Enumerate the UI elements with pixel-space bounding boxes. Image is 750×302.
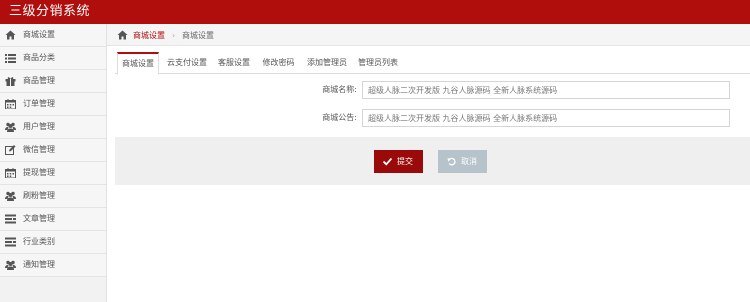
- edit-icon: [5, 145, 16, 155]
- sidebar-item-label: 行业类别: [23, 237, 55, 246]
- sidebar-item-label: 商品管理: [23, 76, 55, 85]
- sidebar-item-mall-settings[interactable]: 商城设置: [0, 24, 106, 47]
- sidebar-item-product-management[interactable]: 商品管理: [0, 70, 106, 93]
- check-icon: [383, 157, 392, 166]
- tab-customer-service-settings[interactable]: 客服设置: [214, 52, 254, 74]
- list-icon: [5, 54, 16, 63]
- sidebar: 商城设置 商品分类 商品管理 订单管理 用户管理 微信管理 提现管理 刷粉管理 …: [0, 24, 107, 302]
- sidebar-item-wechat-management[interactable]: 微信管理: [0, 139, 106, 162]
- sidebar-item-label: 提现管理: [23, 168, 55, 177]
- tab-mall-settings[interactable]: 商城设置: [117, 52, 159, 75]
- mall-name-input[interactable]: [362, 81, 730, 99]
- cancel-button-label: 取消: [461, 157, 477, 166]
- sidebar-item-product-category[interactable]: 商品分类: [0, 47, 106, 70]
- tab-admin-list[interactable]: 管理员列表: [355, 52, 401, 74]
- sidebar-item-user-management[interactable]: 用户管理: [0, 116, 106, 139]
- users-icon: [5, 191, 16, 201]
- breadcrumb: 商城设置 › 商城设置: [107, 24, 750, 46]
- gift-icon: [5, 77, 16, 86]
- tab-cloud-payment-settings[interactable]: 云支付设置: [163, 52, 211, 74]
- sidebar-item-notification-management[interactable]: 通知管理: [0, 254, 106, 277]
- undo-icon: [447, 157, 456, 166]
- sidebar-item-label: 商品分类: [23, 53, 55, 62]
- users-icon: [5, 260, 16, 270]
- sidebar-item-article-management[interactable]: 文章管理: [0, 208, 106, 231]
- calendar-icon: [5, 168, 16, 178]
- sidebar-item-label: 用户管理: [23, 122, 55, 131]
- home-icon: [117, 30, 128, 40]
- sidebar-item-label: 订单管理: [23, 99, 55, 108]
- sidebar-item-fans-management[interactable]: 刷粉管理: [0, 185, 106, 208]
- sidebar-item-label: 通知管理: [23, 260, 55, 269]
- tab-add-admin[interactable]: 添加管理员: [303, 52, 351, 74]
- app-title: 三级分销系统: [9, 4, 91, 19]
- tab-change-password[interactable]: 修改密码: [258, 52, 299, 74]
- breadcrumb-separator: ›: [172, 31, 176, 40]
- document-list-icon: [5, 237, 16, 247]
- home-icon: [5, 30, 16, 40]
- tab-bar: 商城设置 云支付设置 客服设置 修改密码 添加管理员 管理员列表: [115, 52, 750, 75]
- mall-notice-input[interactable]: [362, 109, 730, 127]
- sidebar-item-label: 文章管理: [23, 214, 55, 223]
- submit-button[interactable]: 提交: [374, 150, 423, 173]
- sidebar-item-label: 刷粉管理: [23, 191, 55, 200]
- top-bar: 三级分销系统: [0, 0, 750, 24]
- sidebar-item-withdraw-management[interactable]: 提现管理: [0, 162, 106, 185]
- submit-button-label: 提交: [397, 157, 413, 166]
- sidebar-item-label: 微信管理: [23, 145, 55, 154]
- mall-name-label: 商城名称:: [322, 85, 357, 94]
- sidebar-item-industry-category[interactable]: 行业类别: [0, 231, 106, 254]
- cancel-button[interactable]: 取消: [438, 150, 487, 173]
- document-list-icon: [5, 214, 16, 224]
- sidebar-item-label: 商城设置: [23, 30, 55, 39]
- sidebar-item-order-management[interactable]: 订单管理: [0, 93, 106, 116]
- users-icon: [5, 122, 16, 132]
- breadcrumb-current: 商城设置: [182, 31, 214, 40]
- calendar-icon: [5, 99, 16, 109]
- form-actions-bar: [115, 137, 750, 185]
- breadcrumb-link[interactable]: 商城设置: [133, 31, 165, 41]
- mall-notice-label: 商城公告:: [322, 113, 357, 122]
